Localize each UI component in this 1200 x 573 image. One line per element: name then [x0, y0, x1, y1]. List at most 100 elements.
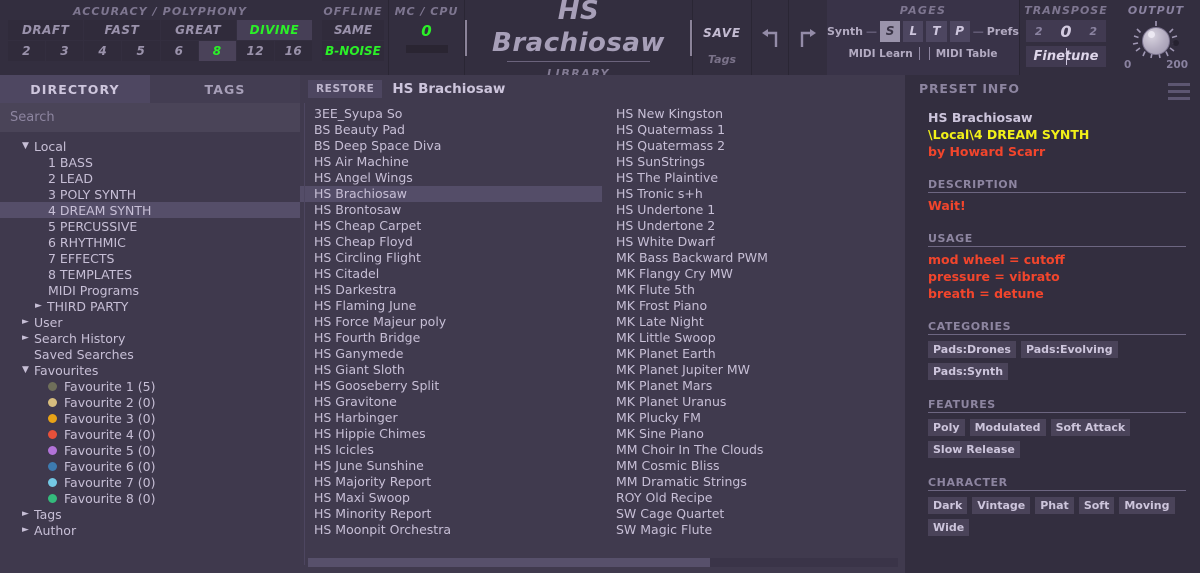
preset-list-item[interactable]: MM Cosmic Bliss: [602, 458, 904, 474]
character-chip[interactable]: Dark: [928, 497, 968, 514]
preset-list-item[interactable]: HS Harbinger: [300, 410, 602, 426]
sidebar-item-8-templates[interactable]: 8 TEMPLATES: [0, 266, 300, 282]
sidebar-item-favourite-7[interactable]: Favourite 7 (0): [0, 474, 300, 490]
category-chip[interactable]: Pads:Drones: [928, 341, 1016, 358]
finetune-field[interactable]: Finetune: [1026, 46, 1106, 67]
save-button[interactable]: SAVE: [693, 26, 751, 40]
feature-chip[interactable]: Poly: [928, 419, 965, 436]
preset-list-item[interactable]: HS Darkestra: [300, 282, 602, 298]
sidebar-item-2-lead[interactable]: 2 LEAD: [0, 170, 300, 186]
polyphony-5[interactable]: 5: [122, 41, 160, 61]
page-title[interactable]: HS Brachiosaw: [485, 0, 672, 59]
sidebar-item-midi-programs[interactable]: MIDI Programs: [0, 282, 300, 298]
preset-list-item[interactable]: SW Magic Flute: [602, 522, 904, 538]
sidebar-item-favourite-3[interactable]: Favourite 3 (0): [0, 410, 300, 426]
preset-list-item[interactable]: BS Beauty Pad: [300, 122, 602, 138]
preset-list-item[interactable]: BS Deep Space Diva: [300, 138, 602, 154]
tags-button[interactable]: Tags: [693, 53, 751, 66]
accuracy-mode-great[interactable]: GREAT: [160, 20, 236, 40]
preset-list-item[interactable]: HS Undertone 1: [602, 202, 904, 218]
feature-chip[interactable]: Modulated: [969, 419, 1046, 436]
sidebar-item-third-party[interactable]: ► THIRD PARTY: [0, 298, 300, 314]
preset-list-item[interactable]: HS Giant Sloth: [300, 362, 602, 378]
preset-list-item[interactable]: 3EE_Syupa So: [300, 106, 602, 122]
sidebar-item-user[interactable]: ► User: [0, 314, 300, 330]
page-button-p[interactable]: P: [949, 20, 970, 42]
tab-tags[interactable]: TAGS: [150, 75, 300, 103]
preset-list-item[interactable]: HS Cheap Carpet: [300, 218, 602, 234]
character-chip[interactable]: Soft: [1078, 497, 1115, 514]
preset-list-item[interactable]: MK Planet Earth: [602, 346, 904, 362]
preset-list-item[interactable]: MK Frost Piano: [602, 298, 904, 314]
character-chip[interactable]: Moving: [1119, 497, 1175, 514]
category-chip[interactable]: Pads:Synth: [928, 363, 1009, 380]
preset-list-item[interactable]: HS Majority Report: [300, 474, 602, 490]
search-input[interactable]: Search: [10, 110, 55, 125]
preset-list-item[interactable]: MK Planet Uranus: [602, 394, 904, 410]
feature-chip[interactable]: Slow Release: [928, 441, 1020, 458]
page-button-s[interactable]: S: [880, 20, 901, 42]
preset-list-item[interactable]: HS The Plaintive: [602, 170, 904, 186]
preset-list-item[interactable]: HS New Kingston: [602, 106, 904, 122]
preset-list-item[interactable]: HS June Sunshine: [300, 458, 602, 474]
sidebar-item-favourite-8[interactable]: Favourite 8 (0): [0, 490, 300, 506]
sidebar-item-3-poly-synth[interactable]: 3 POLY SYNTH: [0, 186, 300, 202]
offline-bnoise-button[interactable]: B-NOISE: [322, 41, 384, 61]
polyphony-16[interactable]: 16: [274, 41, 312, 61]
tab-directory[interactable]: DIRECTORY: [0, 75, 150, 103]
preset-list-item[interactable]: MM Dramatic Strings: [602, 474, 904, 490]
polyphony-12[interactable]: 12: [236, 41, 274, 61]
preset-list-item[interactable]: HS Maxi Swoop: [300, 490, 602, 506]
accuracy-mode-divine[interactable]: DIVINE: [236, 20, 312, 40]
sidebar-item-tags[interactable]: ► Tags: [0, 506, 300, 522]
preset-list-item[interactable]: HS Force Majeur poly: [300, 314, 602, 330]
preset-list-item[interactable]: MK Planet Mars: [602, 378, 904, 394]
undo-button[interactable]: [752, 0, 788, 75]
sidebar-item-favourite-2[interactable]: Favourite 2 (0): [0, 394, 300, 410]
character-chip[interactable]: Vintage: [972, 497, 1031, 514]
preset-list-item[interactable]: HS Flaming June: [300, 298, 602, 314]
preset-list-item[interactable]: HS Brontosaw: [300, 202, 602, 218]
polyphony-4[interactable]: 4: [84, 41, 122, 61]
preset-list-item[interactable]: HS Circling Flight: [300, 250, 602, 266]
polyphony-8[interactable]: 8: [198, 41, 236, 61]
pages-left-label[interactable]: Synth: [827, 25, 863, 38]
sidebar-item-favourite-4[interactable]: Favourite 4 (0): [0, 426, 300, 442]
sidebar-item-favourite-5[interactable]: Favourite 5 (0): [0, 442, 300, 458]
sidebar-item-favourite-6[interactable]: Favourite 6 (0): [0, 458, 300, 474]
preset-list-item[interactable]: HS Fourth Bridge: [300, 330, 602, 346]
preset-list-item[interactable]: MK Flangy Cry MW: [602, 266, 904, 282]
feature-chip[interactable]: Soft Attack: [1050, 419, 1131, 436]
character-chip[interactable]: Phat: [1035, 497, 1074, 514]
preset-list-item[interactable]: HS Angel Wings: [300, 170, 602, 186]
polyphony-2[interactable]: 2: [8, 41, 46, 61]
sidebar-item-6-rhythmic[interactable]: 6 RHYTHMIC: [0, 234, 300, 250]
preset-list-item[interactable]: MM Choir In The Clouds: [602, 442, 904, 458]
preset-list-item[interactable]: HS Quatermass 2: [602, 138, 904, 154]
sidebar-item-7-effects[interactable]: 7 EFFECTS: [0, 250, 300, 266]
pages-right-label[interactable]: Prefs: [987, 25, 1019, 38]
preset-list-item[interactable]: HS Moonpit Orchestra: [300, 522, 602, 538]
preset-list-item[interactable]: MK Bass Backward PWM: [602, 250, 904, 266]
search-bar[interactable]: Search: [0, 103, 300, 132]
preset-list-item[interactable]: MK Plucky FM: [602, 410, 904, 426]
preset-list-item[interactable]: MK Little Swoop: [602, 330, 904, 346]
sidebar-item-saved-searches[interactable]: Saved Searches: [0, 346, 300, 362]
sidebar-item-4-dream-synth[interactable]: 4 DREAM SYNTH: [0, 202, 300, 218]
sidebar-item-author[interactable]: ► Author: [0, 522, 300, 538]
preset-list-item[interactable]: HS Brachiosaw: [300, 186, 602, 202]
horizontal-scrollbar[interactable]: [308, 558, 898, 567]
accuracy-mode-fast[interactable]: FAST: [84, 20, 160, 40]
polyphony-6[interactable]: 6: [160, 41, 198, 61]
preset-list-item[interactable]: HS Icicles: [300, 442, 602, 458]
preset-list-item[interactable]: HS Air Machine: [300, 154, 602, 170]
category-chip[interactable]: Pads:Evolving: [1020, 341, 1118, 358]
page-button-t[interactable]: T: [926, 20, 947, 42]
preset-list-item[interactable]: HS Tronic s+h: [602, 186, 904, 202]
preset-list-item[interactable]: MK Flute 5th: [602, 282, 904, 298]
sidebar-item-search-history[interactable]: ► Search History: [0, 330, 300, 346]
preset-list-item[interactable]: HS Citadel: [300, 266, 602, 282]
output-knob[interactable]: [1129, 20, 1183, 60]
restore-button[interactable]: RESTORE: [308, 80, 383, 98]
midi-learn-button[interactable]: MIDI Learn: [849, 48, 913, 60]
